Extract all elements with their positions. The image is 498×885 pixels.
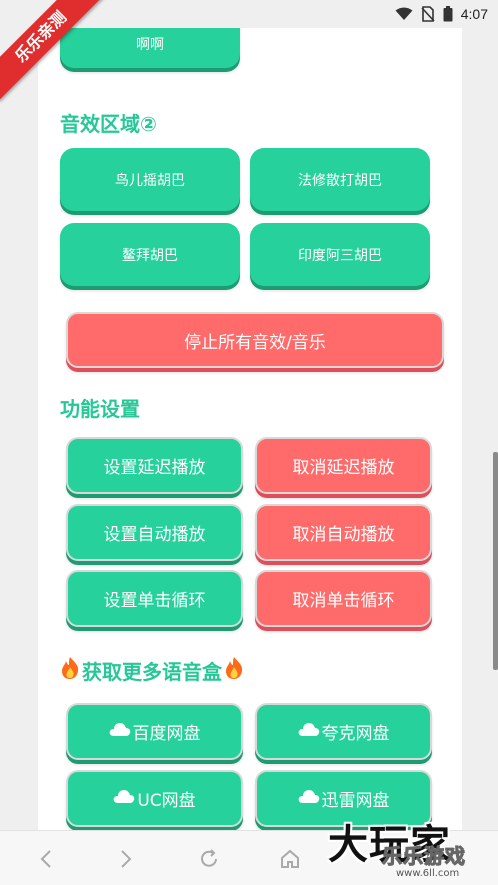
cloud-icon	[298, 722, 320, 742]
uc-pan-label: UC网盘	[137, 791, 196, 811]
set-loop-button[interactable]: 设置单击循环	[66, 570, 243, 627]
ribbon-text: 乐乐亲测	[0, 0, 105, 101]
cancel-delay-button[interactable]: 取消延迟播放	[255, 437, 432, 494]
watermark-url: www.6ll.com	[396, 868, 460, 879]
section-title-more-text: 获取更多语音盒	[82, 660, 222, 684]
watermark: 大玩家 乐乐游戏 www.6ll.com	[318, 812, 498, 885]
content-card: 啊啊 音效区域② 鸟儿摇胡巴 法修散打胡巴 鳌拜胡巴 印度阿三胡巴 停止所有音效…	[38, 28, 462, 830]
section-title-function-text: 功能设置	[60, 397, 140, 421]
scrollbar[interactable]	[493, 452, 498, 670]
quark-pan-button[interactable]: 夸克网盘	[255, 703, 432, 760]
battery-icon	[443, 6, 453, 22]
cloud-icon	[109, 722, 131, 742]
status-time: 4:07	[460, 6, 488, 22]
baidu-pan-button[interactable]: 百度网盘	[66, 703, 243, 760]
home-icon[interactable]	[276, 845, 304, 873]
sound-button-1[interactable]: 鸟儿摇胡巴	[60, 148, 240, 211]
set-autoplay-button[interactable]: 设置自动播放	[66, 504, 243, 561]
wifi-icon	[395, 7, 413, 21]
section-title-sound-text: 音效区域②	[60, 112, 157, 136]
no-sim-icon	[421, 6, 435, 22]
watermark-sub: 乐乐游戏	[382, 844, 466, 869]
back-icon[interactable]	[32, 845, 60, 873]
sound-button-4[interactable]: 印度阿三胡巴	[250, 223, 430, 286]
uc-pan-button[interactable]: UC网盘	[66, 770, 243, 827]
xunlei-pan-label: 迅雷网盘	[321, 791, 390, 811]
stop-all-button[interactable]: 停止所有音效/音乐	[66, 312, 444, 368]
baidu-pan-label: 百度网盘	[132, 724, 201, 744]
section-title-function: 功能设置	[60, 393, 140, 422]
section-title-more: 获取更多语音盒	[60, 656, 244, 685]
sound-button-2[interactable]: 法修散打胡巴	[250, 148, 430, 211]
refresh-icon[interactable]	[195, 845, 223, 873]
sound-button-3[interactable]: 鳌拜胡巴	[60, 223, 240, 286]
forward-icon[interactable]	[112, 845, 140, 873]
quark-pan-label: 夸克网盘	[321, 724, 390, 744]
section-title-sound: 音效区域②	[60, 108, 157, 137]
cloud-icon	[113, 789, 135, 809]
fire-icon	[224, 656, 244, 685]
set-delay-button[interactable]: 设置延迟播放	[66, 437, 243, 494]
cancel-loop-button[interactable]: 取消单击循环	[255, 570, 432, 627]
fire-icon	[60, 656, 80, 685]
corner-ribbon: 乐乐亲测	[0, 0, 110, 110]
cloud-icon	[298, 789, 320, 809]
cancel-autoplay-button[interactable]: 取消自动播放	[255, 504, 432, 561]
